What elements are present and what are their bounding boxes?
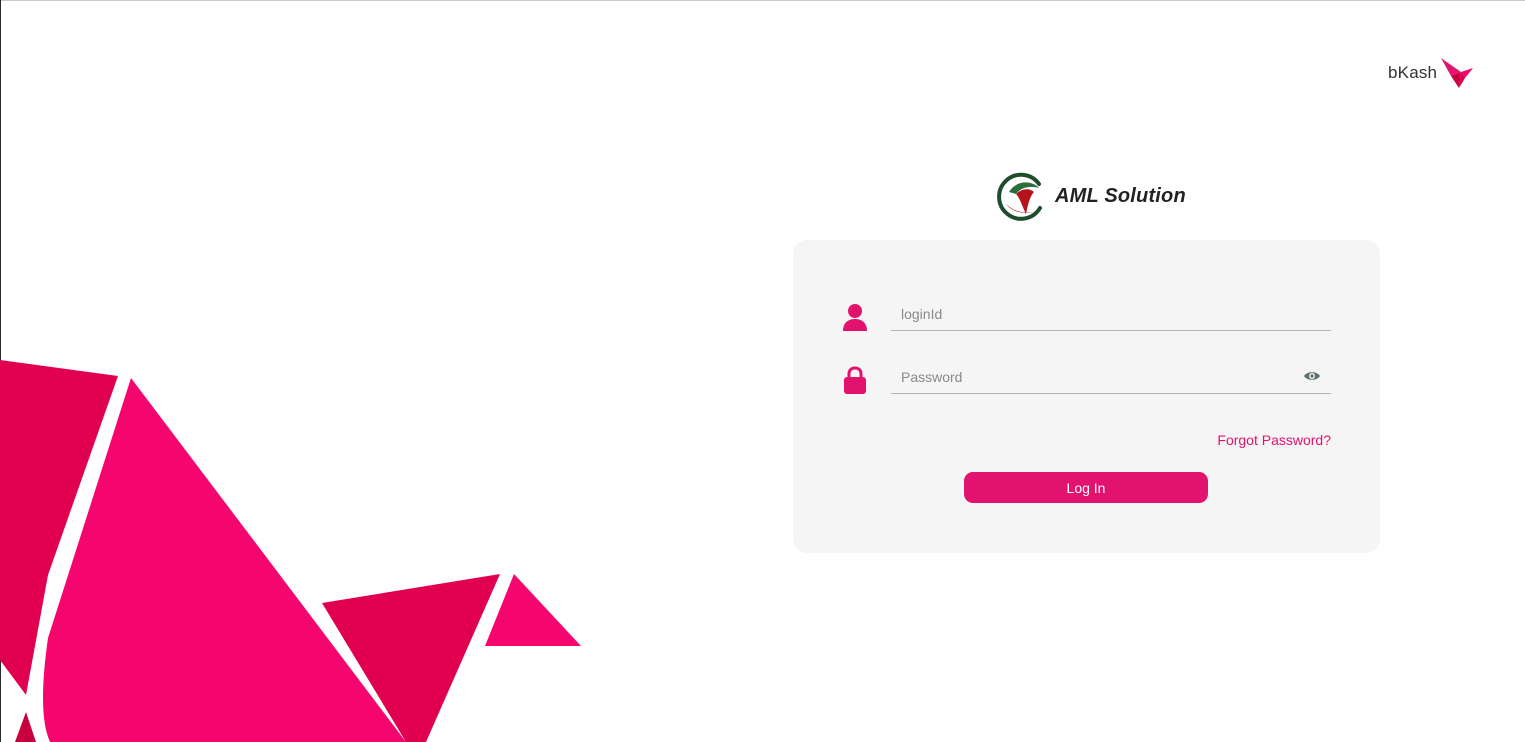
- login-id-input[interactable]: [891, 298, 1331, 331]
- origami-tail-tip: [485, 574, 581, 646]
- forgot-password-link[interactable]: Forgot Password?: [1217, 432, 1331, 448]
- origami-lower-shard: [15, 712, 36, 742]
- eye-icon[interactable]: [1303, 369, 1321, 383]
- login-button[interactable]: Log In: [964, 472, 1208, 503]
- password-input[interactable]: [891, 361, 1331, 394]
- login-page: bKash AML Solution loginId Forgot Passwo…: [0, 0, 1525, 742]
- brand-name: bKash: [1388, 63, 1438, 82]
- app-title: AML Solution: [1055, 184, 1186, 207]
- bkash-bird-icon: [1441, 58, 1474, 88]
- lock-icon: [844, 366, 866, 394]
- password-row: [841, 359, 1331, 403]
- login-card: Forgot Password? Log In: [793, 240, 1380, 553]
- login-id-row: [841, 296, 1331, 340]
- aml-logo-icon: [997, 172, 1042, 221]
- user-icon: [843, 304, 867, 331]
- bkash-brand: bKash: [1388, 56, 1475, 90]
- app-logo: AML Solution: [994, 170, 1186, 222]
